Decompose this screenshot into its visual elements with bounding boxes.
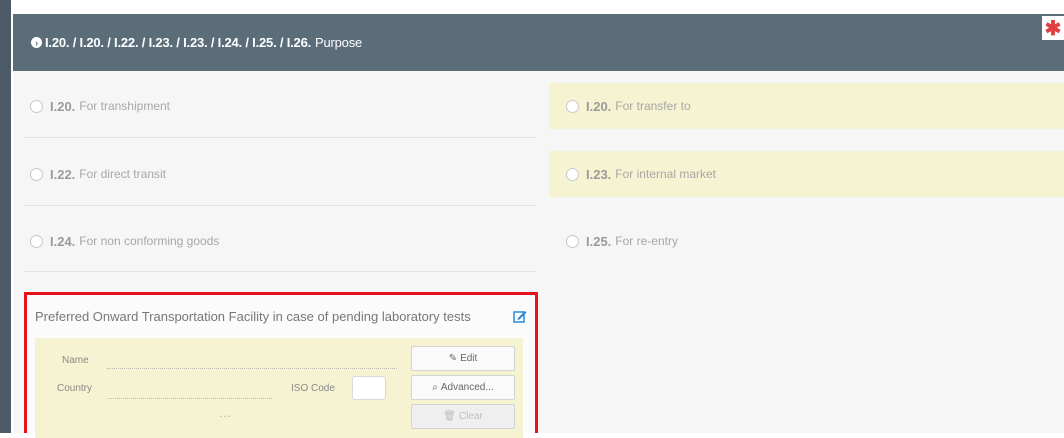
row-divider — [24, 271, 536, 272]
required-asterisk-icon: ✱ — [1042, 16, 1064, 40]
left-frame-edge — [0, 0, 11, 433]
radio-button[interactable] — [566, 167, 579, 181]
option-code: I.24. — [50, 233, 76, 249]
name-label: Name — [62, 355, 89, 366]
option-direct-transit[interactable]: I.22. For direct transit — [13, 151, 536, 197]
name-field[interactable] — [107, 368, 397, 369]
radio-button[interactable] — [30, 234, 43, 248]
option-code: I.23. — [586, 166, 612, 182]
option-internal-market[interactable]: I.23. For internal market — [549, 151, 1064, 197]
radio-button[interactable] — [30, 167, 43, 181]
option-code: I.25. — [586, 233, 612, 249]
option-label: For transhipment — [79, 99, 170, 113]
edit-pen-icon[interactable] — [513, 309, 527, 323]
radio-button[interactable] — [566, 234, 579, 248]
option-transfer-to[interactable]: I.20. For transfer to — [549, 83, 1064, 129]
radio-button[interactable] — [566, 99, 579, 113]
clear-button[interactable]: 🗑 Clear — [411, 404, 515, 429]
option-code: I.20. — [586, 98, 612, 114]
option-label: For direct transit — [79, 167, 166, 181]
radio-button[interactable] — [30, 99, 43, 113]
option-label: For internal market — [615, 167, 716, 181]
option-label: For re-entry — [615, 234, 678, 248]
row-divider — [24, 137, 536, 138]
option-transhipment[interactable]: I.20. For transhipment — [13, 83, 536, 129]
option-label: For non conforming goods — [79, 234, 220, 248]
option-code: I.22. — [50, 166, 76, 182]
section-header[interactable]: › I.20. / I.20. / I.22. / I.23. / I.23. … — [13, 14, 1064, 71]
trash-icon: 🗑 — [443, 411, 456, 422]
advanced-button-label: Advanced... — [440, 382, 494, 393]
iso-code-input[interactable] — [352, 376, 386, 400]
country-label: Country — [57, 383, 93, 394]
edit-button-label: Edit — [460, 353, 478, 364]
iso-code-label: ISO Code — [291, 383, 335, 394]
section-codes: I.20. / I.20. / I.22. / I.23. / I.23. / … — [45, 35, 312, 50]
search-icon: ⌕ — [432, 382, 438, 393]
clear-button-label: Clear — [458, 411, 483, 422]
onward-transport-panel: Preferred Onward Transportation Facility… — [24, 292, 538, 438]
option-label: For transfer to — [615, 99, 691, 113]
section-title: Purpose — [315, 35, 363, 50]
top-bar — [0, 0, 1064, 10]
edit-button[interactable]: ✎ Edit — [411, 346, 515, 371]
panel-title: Preferred Onward Transportation Facility… — [35, 309, 471, 324]
option-non-conforming-goods[interactable]: I.24. For non conforming goods — [13, 218, 536, 264]
row-divider — [24, 205, 536, 206]
country-field[interactable] — [107, 398, 272, 399]
option-code: I.20. — [50, 98, 76, 114]
option-re-entry[interactable]: I.25. For re-entry — [549, 218, 1064, 264]
chevron-circle-icon[interactable]: › — [31, 37, 42, 48]
facility-form: Name Country ISO Code ... ✎ Edit ⌕ Advan… — [35, 338, 523, 438]
advanced-search-button[interactable]: ⌕ Advanced... — [411, 375, 515, 400]
edit-icon: ✎ — [448, 353, 458, 364]
more-indicator: ... — [219, 406, 233, 420]
